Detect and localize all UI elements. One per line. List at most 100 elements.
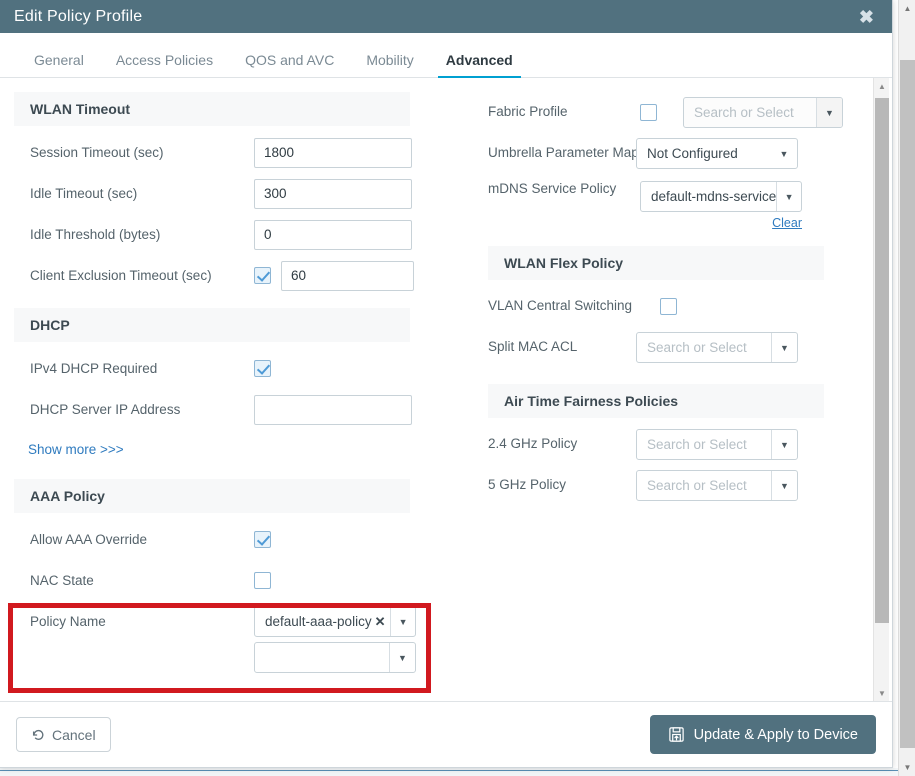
browser-scrollbar-thumb[interactable]	[900, 60, 915, 748]
label-umbrella-parameter-map: Umbrella Parameter Map	[488, 145, 639, 161]
tag-remove-icon[interactable]: ✕	[372, 614, 391, 630]
label-24ghz-policy: 2.4 GHz Policy	[488, 436, 578, 452]
dialog-scrollbar-thumb[interactable]	[875, 98, 889, 623]
tab-bar: General Access Policies QOS and AVC Mobi…	[0, 42, 892, 79]
policy-name-value-wrap: default-aaa-policy ✕	[255, 607, 390, 636]
tab-mobility[interactable]: Mobility	[350, 52, 429, 77]
label-fabric-profile: Fabric Profile	[488, 104, 568, 120]
policy-name-select[interactable]: default-aaa-policy ✕ ▼	[254, 606, 416, 637]
label-5ghz-policy: 5 GHz Policy	[488, 477, 567, 493]
chevron-down-icon[interactable]: ▼	[776, 182, 801, 211]
chevron-down-icon[interactable]: ▼	[771, 333, 797, 362]
row-fabric-profile: Fabric Profile Search or Select ▼	[470, 92, 860, 133]
row-client-exclusion-timeout: Client Exclusion Timeout (sec)	[14, 255, 470, 296]
policy-partial-select[interactable]: ▼	[254, 642, 416, 673]
idle-timeout-input[interactable]	[254, 178, 412, 209]
label-client-exclusion-timeout: Client Exclusion Timeout (sec)	[30, 268, 212, 283]
label-idle-threshold: Idle Threshold (bytes)	[30, 227, 161, 242]
row-mdns-service-policy: mDNS Service Policy default-mdns-service…	[470, 174, 860, 230]
section-wlan-flex-policy: WLAN Flex Policy	[488, 246, 824, 280]
tab-access-policies[interactable]: Access Policies	[100, 52, 229, 77]
label-dhcp-server-ip: DHCP Server IP Address	[30, 402, 181, 417]
label-nac-state: NAC State	[30, 573, 94, 588]
tab-bar-wrapper: General Access Policies QOS and AVC Mobi…	[0, 33, 892, 79]
label-idle-timeout: Idle Timeout (sec)	[30, 186, 138, 201]
row-idle-threshold: Idle Threshold (bytes)	[14, 214, 470, 255]
caret-up-icon[interactable]: ▲	[874, 78, 890, 94]
section-dhcp: DHCP	[14, 308, 410, 342]
label-allow-aaa-override: Allow AAA Override	[30, 532, 148, 547]
left-column: WLAN Timeout Session Timeout (sec) Idle …	[0, 92, 470, 701]
mdns-clear-link[interactable]: Clear	[772, 216, 802, 230]
tab-general[interactable]: General	[18, 52, 100, 77]
label-vlan-central-switching: VLAN Central Switching	[488, 298, 633, 314]
fabric-profile-checkbox[interactable]	[640, 104, 657, 121]
row-umbrella-parameter-map: Umbrella Parameter Map Not Configured ▼	[470, 133, 860, 174]
tab-qos-and-avc[interactable]: QOS and AVC	[229, 52, 350, 77]
row-5ghz-policy: 5 GHz Policy Search or Select ▼	[470, 465, 860, 506]
chevron-down-icon[interactable]: ▼	[816, 98, 842, 127]
row-split-mac-acl: Split MAC ACL Search or Select ▼	[470, 327, 860, 368]
dialog-header: Edit Policy Profile ✖	[0, 0, 892, 33]
row-nac-state: NAC State	[14, 560, 470, 601]
session-timeout-input[interactable]	[254, 137, 412, 168]
mdns-service-policy-select[interactable]: default-mdns-service ▼	[640, 181, 802, 212]
row-idle-timeout: Idle Timeout (sec)	[14, 173, 470, 214]
right-column: Fabric Profile Search or Select ▼ Umbrel…	[470, 92, 860, 701]
label-ipv4-dhcp-required: IPv4 DHCP Required	[30, 361, 158, 376]
umbrella-parameter-map-select[interactable]: Not Configured ▼	[636, 138, 798, 169]
close-icon[interactable]: ✖	[855, 6, 878, 28]
client-exclusion-checkbox[interactable]	[254, 267, 271, 284]
caret-up-icon[interactable]: ▲	[899, 0, 915, 17]
dialog-title: Edit Policy Profile	[14, 7, 143, 25]
5ghz-policy-value: Search or Select	[647, 478, 747, 493]
row-allow-aaa-override: Allow AAA Override	[14, 519, 470, 560]
caret-down-icon[interactable]: ▼	[874, 685, 890, 701]
nac-state-checkbox[interactable]	[254, 572, 271, 589]
chevron-down-icon[interactable]: ▼	[771, 139, 797, 168]
policy-name-value: default-aaa-policy	[265, 614, 372, 629]
row-policy-partial: ▼	[14, 642, 470, 673]
show-more-link[interactable]: Show more >>>	[14, 430, 470, 457]
row-session-timeout: Session Timeout (sec)	[14, 132, 470, 173]
update-apply-button[interactable]: Update & Apply to Device	[649, 715, 876, 754]
chevron-down-icon[interactable]: ▼	[389, 643, 415, 672]
chevron-down-icon[interactable]: ▼	[390, 607, 415, 636]
chevron-down-icon[interactable]: ▼	[771, 471, 797, 500]
row-vlan-central-switching: VLAN Central Switching	[470, 286, 860, 327]
dialog-footer: Cancel Update & Apply to Device	[0, 701, 892, 767]
dialog-body: WLAN Timeout Session Timeout (sec) Idle …	[0, 78, 892, 701]
update-apply-button-label: Update & Apply to Device	[693, 726, 858, 743]
5ghz-policy-select[interactable]: Search or Select ▼	[636, 470, 798, 501]
24ghz-policy-select[interactable]: Search or Select ▼	[636, 429, 798, 460]
background-divider	[0, 770, 898, 771]
vlan-central-switching-checkbox[interactable]	[660, 298, 677, 315]
mdns-service-policy-value: default-mdns-service	[651, 189, 777, 204]
chevron-down-icon[interactable]: ▼	[771, 430, 797, 459]
edit-policy-profile-dialog: Edit Policy Profile ✖ General Access Pol…	[0, 0, 893, 768]
caret-down-icon[interactable]: ▼	[899, 759, 915, 776]
cancel-button[interactable]: Cancel	[16, 717, 111, 752]
section-wlan-timeout: WLAN Timeout	[14, 92, 410, 126]
label-split-mac-acl: Split MAC ACL	[488, 339, 578, 355]
row-ipv4-dhcp-required: IPv4 DHCP Required	[14, 348, 470, 389]
undo-icon	[31, 728, 45, 742]
split-mac-acl-value: Search or Select	[647, 340, 747, 355]
form-columns: WLAN Timeout Session Timeout (sec) Idle …	[0, 78, 876, 701]
tab-advanced[interactable]: Advanced	[430, 52, 529, 79]
client-exclusion-timeout-input[interactable]	[281, 260, 414, 291]
fabric-profile-value: Search or Select	[694, 105, 794, 120]
fabric-profile-select[interactable]: Search or Select ▼	[683, 97, 843, 128]
cancel-button-label: Cancel	[52, 726, 96, 743]
label-mdns-service-policy: mDNS Service Policy	[488, 181, 617, 196]
ipv4-dhcp-required-checkbox[interactable]	[254, 360, 271, 377]
browser-scrollbar[interactable]: ▲ ▼	[898, 0, 915, 776]
split-mac-acl-select[interactable]: Search or Select ▼	[636, 332, 798, 363]
dhcp-server-ip-input[interactable]	[254, 394, 412, 425]
allow-aaa-override-checkbox[interactable]	[254, 531, 271, 548]
row-24ghz-policy: 2.4 GHz Policy Search or Select ▼	[470, 424, 860, 465]
policy-partial-value	[255, 643, 389, 672]
24ghz-policy-value: Search or Select	[647, 437, 747, 452]
idle-threshold-input[interactable]	[254, 219, 412, 250]
dialog-scrollbar[interactable]: ▲ ▼	[873, 78, 889, 701]
